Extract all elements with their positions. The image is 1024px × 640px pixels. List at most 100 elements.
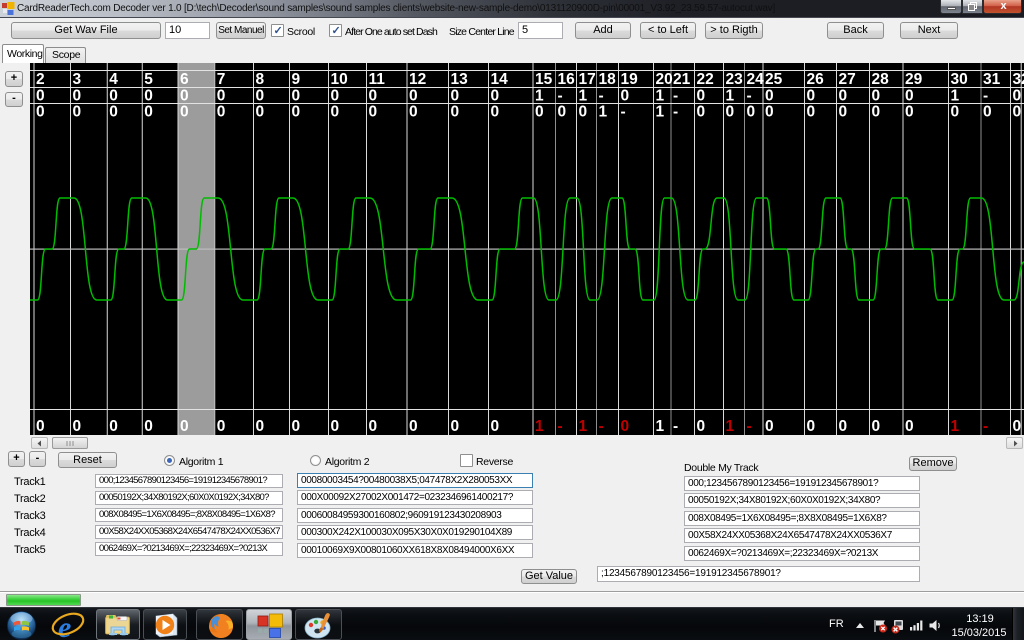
svg-text:0: 0 [579,104,588,121]
svg-text:0: 0 [292,104,301,121]
svg-text:19: 19 [621,71,639,88]
svg-text:0: 0 [697,418,706,435]
svg-text:0: 0 [491,104,500,121]
svg-text:0: 0 [109,418,118,435]
svg-text:0: 0 [765,88,774,105]
svg-text:0: 0 [765,418,774,435]
svg-text:1: 1 [656,104,665,121]
svg-text:11: 11 [369,71,386,88]
svg-text:0: 0 [180,104,189,121]
svg-text:0: 0 [109,88,118,105]
svg-text:10: 10 [331,71,348,88]
svg-text:22: 22 [697,71,714,88]
svg-text:1: 1 [599,104,608,121]
svg-text:1: 1 [535,88,544,105]
svg-text:3: 3 [73,71,82,88]
svg-text:30: 30 [951,71,968,88]
svg-text:0: 0 [451,418,460,435]
svg-text:27: 27 [839,71,856,88]
svg-text:0: 0 [73,88,82,105]
svg-text:1: 1 [579,88,588,105]
svg-text:23: 23 [726,71,744,88]
svg-text:0: 0 [726,104,735,121]
svg-text:-: - [558,418,563,435]
svg-text:28: 28 [872,71,890,88]
svg-text:0: 0 [491,88,500,105]
svg-text:25: 25 [765,71,783,88]
svg-text:0: 0 [36,418,45,435]
svg-text:0: 0 [180,418,189,435]
svg-text:17: 17 [579,71,596,88]
svg-text:0: 0 [180,88,189,105]
svg-text:0: 0 [765,104,774,121]
svg-text:0: 0 [369,88,378,105]
svg-text:0: 0 [369,104,378,121]
svg-text:-: - [983,88,988,105]
svg-text:-: - [599,418,604,435]
svg-text:1: 1 [726,88,735,105]
svg-text:0: 0 [256,104,265,121]
svg-text:0: 0 [872,418,881,435]
svg-text:0: 0 [983,104,992,121]
svg-text:0: 0 [621,418,630,435]
svg-text:31: 31 [983,71,1001,88]
svg-text:0: 0 [535,104,544,121]
svg-text:6: 6 [180,71,189,88]
svg-text:2: 2 [36,71,45,88]
svg-text:0: 0 [292,418,301,435]
svg-text:1: 1 [726,418,735,435]
svg-text:0: 0 [905,104,914,121]
svg-text:0: 0 [217,88,226,105]
svg-text:0: 0 [409,418,418,435]
svg-text:4: 4 [109,71,118,88]
svg-text:0: 0 [409,88,418,105]
svg-text:0: 0 [905,418,914,435]
svg-text:0: 0 [331,104,340,121]
svg-text:0: 0 [36,104,45,121]
svg-text:1: 1 [656,418,665,435]
svg-text:1: 1 [535,418,544,435]
svg-text:0: 0 [839,88,848,105]
svg-text:-: - [673,104,678,121]
svg-text:0: 0 [451,104,460,121]
svg-text:0: 0 [807,88,816,105]
svg-text:0: 0 [451,88,460,105]
svg-text:1: 1 [656,88,665,105]
svg-text:0: 0 [144,88,153,105]
svg-text:0: 0 [839,418,848,435]
svg-text:0: 0 [807,418,816,435]
svg-text:0: 0 [839,104,848,121]
svg-text:16: 16 [558,71,576,88]
svg-text:-: - [673,88,678,105]
svg-text:0: 0 [1013,104,1022,121]
svg-text:0: 0 [331,88,340,105]
svg-text:-: - [983,418,988,435]
svg-text:0: 0 [807,104,816,121]
svg-text:0: 0 [73,418,82,435]
svg-text:-: - [558,88,563,105]
svg-text:15: 15 [535,71,553,88]
svg-text:8: 8 [256,71,265,88]
svg-text:0: 0 [292,88,301,105]
svg-text:1: 1 [951,88,960,105]
svg-text:0: 0 [905,88,914,105]
svg-text:26: 26 [807,71,825,88]
svg-text:29: 29 [905,71,923,88]
svg-text:14: 14 [491,71,509,88]
svg-text:0: 0 [1013,88,1022,105]
svg-text:0: 0 [409,104,418,121]
svg-text:0: 0 [256,88,265,105]
svg-text:0: 0 [872,88,881,105]
svg-text:0: 0 [217,418,226,435]
svg-text:9: 9 [292,71,301,88]
svg-text:0: 0 [144,418,153,435]
svg-text:13: 13 [451,71,469,88]
svg-text:0: 0 [144,104,153,121]
svg-text:-: - [621,104,626,121]
svg-text:7: 7 [217,71,226,88]
svg-text:1: 1 [951,418,960,435]
svg-text:0: 0 [73,104,82,121]
svg-text:0: 0 [109,104,118,121]
svg-text:5: 5 [144,71,153,88]
svg-text:0: 0 [1013,418,1022,435]
